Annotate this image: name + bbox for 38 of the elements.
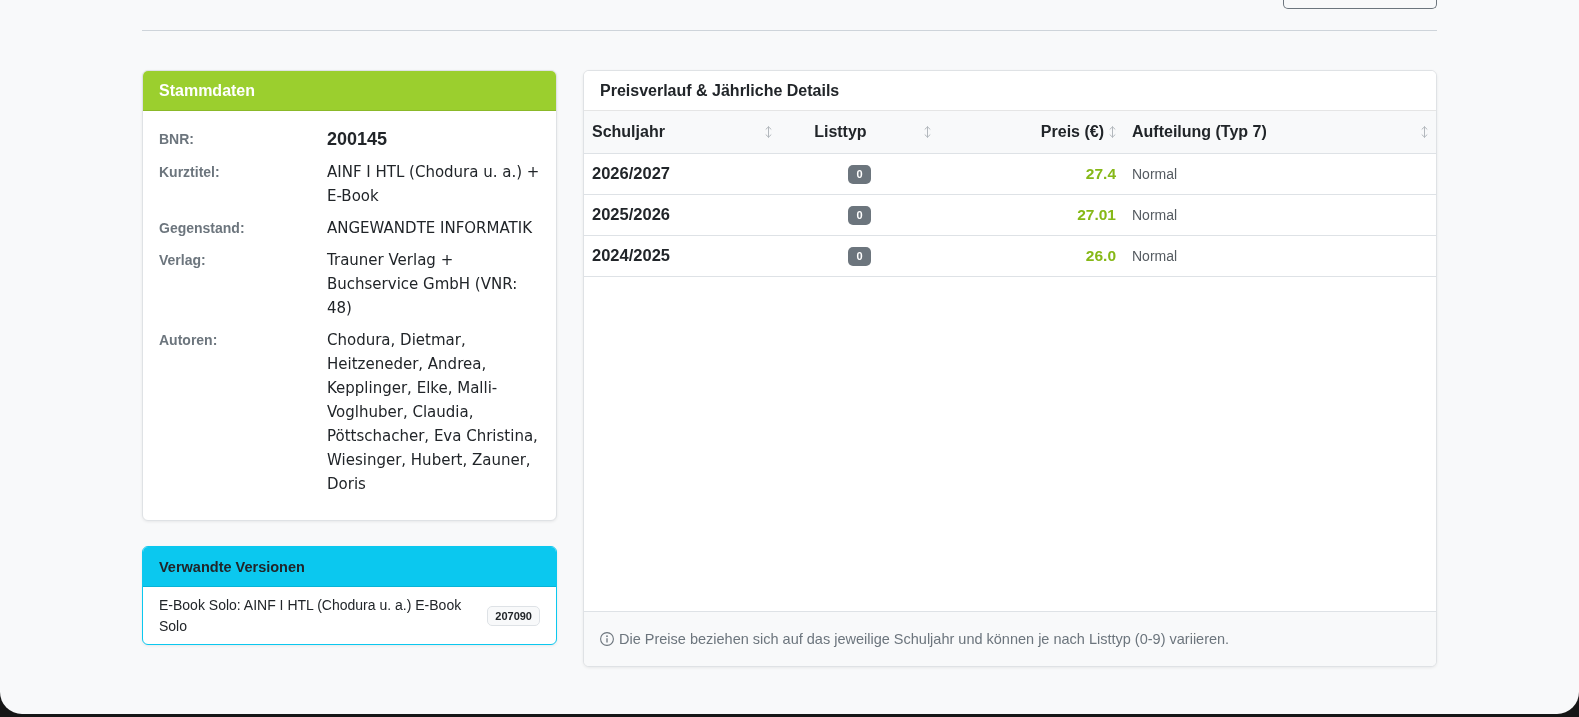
version-title: E-Book Solo: AINF I HTL (Chodura u. a.) E-Book Solo xyxy=(159,596,463,636)
field-label: Verlag: xyxy=(159,251,207,270)
column-header[interactable]: Listtyp xyxy=(780,111,939,153)
field-value: Trauner Verlag + Buchservice GmbH (VNR: 48) xyxy=(327,250,519,319)
split-value: Normal xyxy=(1132,206,1178,223)
split-value: Normal xyxy=(1132,247,1178,264)
listtyp-badge: 0 xyxy=(848,205,871,225)
sort-icon xyxy=(765,125,772,138)
card-header: Preisverlauf & Jährliche Details xyxy=(584,71,1436,111)
school-year: 2025/2026 xyxy=(592,205,670,223)
column-header[interactable]: Preis (€) xyxy=(939,111,1124,153)
field-value: AINF I HTL (Chodura u. a.) + E-Book xyxy=(327,162,541,207)
listtyp-badge: 0 xyxy=(848,246,871,266)
school-year: 2024/2025 xyxy=(592,246,670,264)
field-label: BNR: xyxy=(159,130,195,149)
bnr-badge: 207090 xyxy=(487,606,540,626)
school-year: 2026/2027 xyxy=(592,164,670,182)
sort-icon xyxy=(923,125,931,138)
field-label: Gegenstand: xyxy=(159,219,246,238)
column-header[interactable]: Aufteilung (Typ 7) xyxy=(1124,111,1436,153)
card-header: Verwandte Versionen xyxy=(143,547,556,587)
field-value: 200145 xyxy=(327,128,389,151)
split-value: Normal xyxy=(1132,165,1178,182)
price-value: 27.4 xyxy=(1085,164,1116,182)
price-value: 26.0 xyxy=(1085,246,1116,264)
listtyp-badge: 0 xyxy=(848,164,871,184)
field-value: Chodura, Dietmar, Heitzeneder, Andrea, Kepplinger, Elke, Malli-Voglhuber, Claudia, Pöttschacher, Eva Christina, Wiesinger, Hubert, Zauner, Doris xyxy=(327,330,539,495)
field-label: Kurztitel: xyxy=(159,163,221,182)
outlined-button[interactable] xyxy=(1283,0,1437,9)
footer-note: Die Preise beziehen sich auf das jeweilige Schuljahr und können je nach Listtyp (0-9) variieren. xyxy=(619,631,1230,647)
sort-icon xyxy=(1421,125,1428,138)
sort-icon xyxy=(1109,125,1116,138)
card-header: Stammdaten xyxy=(143,71,556,111)
field-label: Autoren: xyxy=(159,331,219,350)
info-icon xyxy=(600,632,614,646)
column-header[interactable]: Schuljahr xyxy=(584,111,780,153)
field-value: ANGEWANDTE INFORMATIK xyxy=(327,218,533,239)
price-value: 27.01 xyxy=(1077,205,1116,223)
